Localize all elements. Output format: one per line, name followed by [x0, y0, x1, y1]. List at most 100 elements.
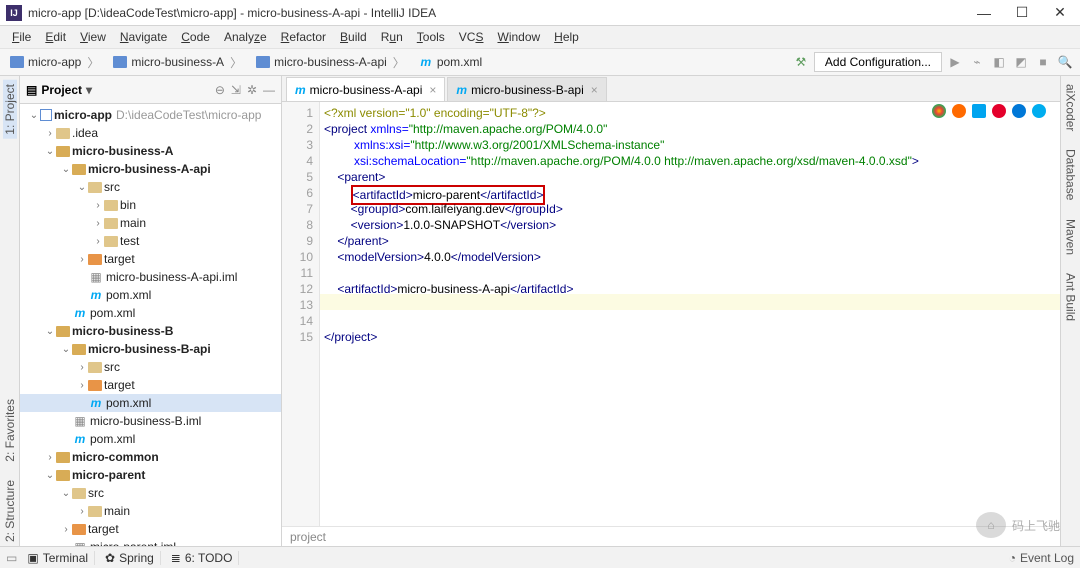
menu-file[interactable]: File	[6, 28, 37, 46]
tree-arrow-icon[interactable]: ›	[92, 218, 104, 229]
tree-arrow-icon[interactable]: ⌄	[44, 470, 56, 481]
status-event-log[interactable]: ◔ Event Log	[1009, 551, 1074, 565]
tree-row[interactable]: ›target	[20, 520, 281, 538]
tree-row[interactable]: ›main	[20, 214, 281, 232]
tree-row[interactable]: ›src	[20, 358, 281, 376]
tree-arrow-icon[interactable]: ⌄	[44, 146, 56, 157]
build-icon[interactable]: ⚒	[792, 53, 810, 71]
tree-row[interactable]: mpom.xml	[20, 430, 281, 448]
status-terminal[interactable]: ▣ Terminal	[21, 551, 95, 565]
tree-row[interactable]: ⌄src	[20, 178, 281, 196]
tree-arrow-icon[interactable]: ›	[76, 254, 88, 265]
tree-row[interactable]: ⌄micro-business-B	[20, 322, 281, 340]
menu-run[interactable]: Run	[375, 28, 409, 46]
toggle-toolwindows-icon[interactable]: ▭	[6, 551, 17, 565]
chrome-icon[interactable]	[932, 104, 946, 118]
safari-icon[interactable]	[972, 104, 986, 118]
tool-favorites[interactable]: 2: Favorites	[3, 395, 17, 466]
tree-row[interactable]: ›target	[20, 376, 281, 394]
status-todo[interactable]: ≣ 6: TODO	[165, 551, 240, 565]
crumb-file[interactable]: mpom.xml	[415, 53, 486, 71]
expand-all-icon[interactable]: ⇲	[231, 83, 241, 97]
menu-window[interactable]: Window	[491, 28, 546, 46]
tree-row[interactable]: ›main	[20, 502, 281, 520]
tree-row[interactable]: ⌄micro-business-A	[20, 142, 281, 160]
crumb-module-a[interactable]: micro-business-A〉	[109, 52, 248, 73]
project-tree[interactable]: ⌄micro-appD:\ideaCodeTest\micro-app›.ide…	[20, 104, 281, 546]
menu-navigate[interactable]: Navigate	[114, 28, 173, 46]
profile-icon[interactable]: ◩	[1012, 53, 1030, 71]
tree-row[interactable]: ▦micro-business-A-api.iml	[20, 268, 281, 286]
editor-breadcrumb[interactable]: project	[282, 526, 1060, 546]
tool-antbuild[interactable]: Ant Build	[1064, 269, 1078, 325]
tree-row[interactable]: mpom.xml	[20, 304, 281, 322]
tree-row[interactable]: ⌄micro-appD:\ideaCodeTest\micro-app	[20, 106, 281, 124]
tree-row[interactable]: ›test	[20, 232, 281, 250]
coverage-icon[interactable]: ◧	[990, 53, 1008, 71]
tree-row[interactable]: mpom.xml	[20, 394, 281, 412]
firefox-icon[interactable]	[952, 104, 966, 118]
close-button[interactable]: ✕	[1046, 3, 1074, 23]
select-opened-icon[interactable]: ⊖	[215, 83, 225, 97]
menu-view[interactable]: View	[74, 28, 112, 46]
debug-icon[interactable]: ⌁	[968, 53, 986, 71]
tab-b-api[interactable]: mmicro-business-B-api×	[447, 77, 606, 101]
code-content[interactable]: <?xml version="1.0" encoding="UTF-8"?> <…	[320, 102, 1060, 526]
tree-row[interactable]: ›bin	[20, 196, 281, 214]
tree-arrow-icon[interactable]: ›	[92, 200, 104, 211]
tab-a-api[interactable]: mmicro-business-A-api×	[286, 77, 445, 101]
tool-structure[interactable]: 2: Structure	[3, 476, 17, 546]
menu-analyze[interactable]: Analyze	[218, 28, 273, 46]
code-editor[interactable]: 123456789101112131415 <?xml version="1.0…	[282, 102, 1060, 526]
tree-row[interactable]: mpom.xml	[20, 286, 281, 304]
tree-row[interactable]: ›micro-common	[20, 448, 281, 466]
tree-row[interactable]: ›target	[20, 250, 281, 268]
stop-icon[interactable]: ■	[1034, 53, 1052, 71]
menu-edit[interactable]: Edit	[39, 28, 72, 46]
maximize-button[interactable]: ☐	[1008, 3, 1036, 23]
tree-row[interactable]: ⌄micro-business-A-api	[20, 160, 281, 178]
hide-icon[interactable]: —	[263, 83, 275, 97]
tree-row[interactable]: ⌄src	[20, 484, 281, 502]
menu-build[interactable]: Build	[334, 28, 373, 46]
tree-row[interactable]: ▦micro-parent.iml	[20, 538, 281, 546]
tree-row[interactable]: ⌄micro-business-B-api	[20, 340, 281, 358]
tree-arrow-icon[interactable]: ⌄	[44, 326, 56, 337]
tree-row[interactable]: ▦micro-business-B.iml	[20, 412, 281, 430]
tree-row[interactable]: ⌄micro-parent	[20, 466, 281, 484]
tool-maven[interactable]: Maven	[1064, 215, 1078, 259]
menu-help[interactable]: Help	[548, 28, 585, 46]
add-configuration-button[interactable]: Add Configuration...	[814, 52, 942, 72]
edge-icon[interactable]	[1012, 104, 1026, 118]
tree-arrow-icon[interactable]: ›	[92, 236, 104, 247]
tool-project[interactable]: 1: Project	[3, 80, 17, 139]
crumb-root[interactable]: micro-app〉	[6, 52, 105, 73]
tree-arrow-icon[interactable]: ›	[76, 362, 88, 373]
tree-arrow-icon[interactable]: ›	[76, 380, 88, 391]
menu-tools[interactable]: Tools	[411, 28, 451, 46]
settings-icon[interactable]: ✲	[247, 83, 257, 97]
tree-arrow-icon[interactable]: ›	[44, 452, 56, 463]
tool-aixcoder[interactable]: aiXcoder	[1064, 80, 1078, 135]
run-icon[interactable]: ▶	[946, 53, 964, 71]
tree-arrow-icon[interactable]: ⌄	[60, 164, 72, 175]
ie-icon[interactable]	[1032, 104, 1046, 118]
menu-refactor[interactable]: Refactor	[275, 28, 332, 46]
tree-row[interactable]: ›.idea	[20, 124, 281, 142]
close-icon[interactable]: ×	[429, 83, 436, 97]
tree-arrow-icon[interactable]: ⌄	[60, 488, 72, 499]
tool-database[interactable]: Database	[1064, 145, 1078, 204]
menu-vcs[interactable]: VCS	[453, 28, 490, 46]
tree-arrow-icon[interactable]: ›	[76, 506, 88, 517]
tree-arrow-icon[interactable]: ⌄	[76, 182, 88, 193]
status-spring[interactable]: ✿ Spring	[99, 551, 161, 565]
minimize-button[interactable]: —	[970, 3, 998, 23]
opera-icon[interactable]	[992, 104, 1006, 118]
tree-arrow-icon[interactable]: ›	[44, 128, 56, 139]
project-title[interactable]: ▤ Project ▾	[26, 83, 92, 97]
menu-code[interactable]: Code	[175, 28, 216, 46]
close-icon[interactable]: ×	[591, 83, 598, 97]
crumb-api[interactable]: micro-business-A-api〉	[252, 52, 411, 73]
search-icon[interactable]: 🔍	[1056, 53, 1074, 71]
tree-arrow-icon[interactable]: ⌄	[60, 344, 72, 355]
